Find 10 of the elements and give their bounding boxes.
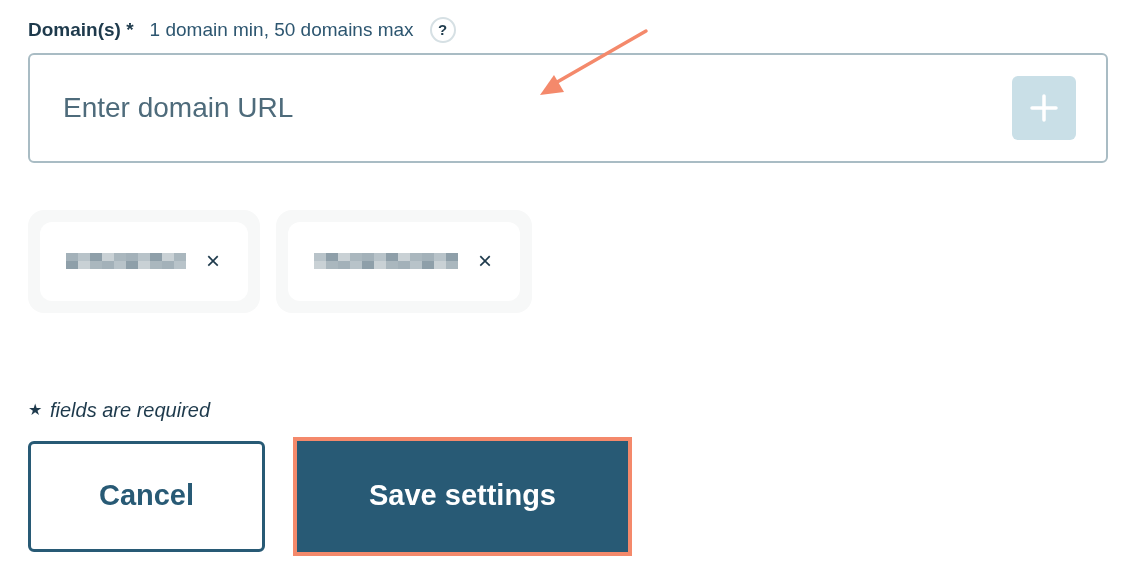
help-button[interactable]: ? bbox=[429, 17, 456, 44]
field-label: Domain(s) * bbox=[28, 18, 134, 42]
cancel-button[interactable]: Cancel bbox=[28, 440, 265, 552]
plus-icon bbox=[1030, 93, 1058, 122]
remove-button[interactable]: × bbox=[204, 249, 222, 273]
remove-button[interactable]: × bbox=[476, 249, 495, 273]
required-star-icon: ★ bbox=[28, 397, 42, 422]
required-note: fields are required bbox=[50, 397, 211, 423]
domain-input-field[interactable]: Enter domain URL bbox=[28, 52, 1108, 163]
field-hint: 1 domain min, 50 domains max bbox=[149, 18, 414, 42]
